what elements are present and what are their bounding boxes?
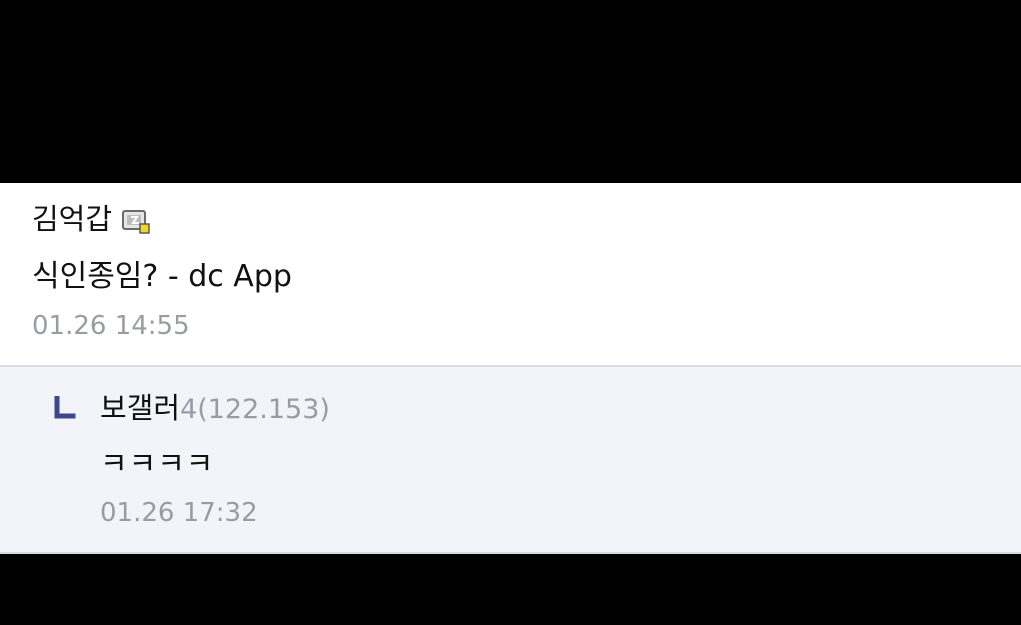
reply-ip: 4(122.153) <box>180 394 330 425</box>
fixed-nick-icon[interactable] <box>122 206 150 234</box>
comment-text: 식인종임? - dc App <box>32 259 292 294</box>
reply-date: 01.26 17:32 <box>100 498 258 528</box>
screenshot-frame: 김억갑 식인종임? - dc App 01.26 14:55 보갤러4(122.… <box>0 0 1021 625</box>
reply-text: ㅋㅋㅋㅋ <box>100 447 215 482</box>
reply-nickname[interactable]: 보갤러 <box>100 391 180 425</box>
comment-date: 01.26 14:55 <box>32 311 190 341</box>
comment-nickname[interactable]: 김억갑 <box>32 200 112 238</box>
comment-author[interactable]: 김억갑 <box>32 200 150 238</box>
reply-arrow-icon <box>53 395 77 420</box>
reply-author[interactable]: 보갤러4(122.153) <box>100 389 330 429</box>
